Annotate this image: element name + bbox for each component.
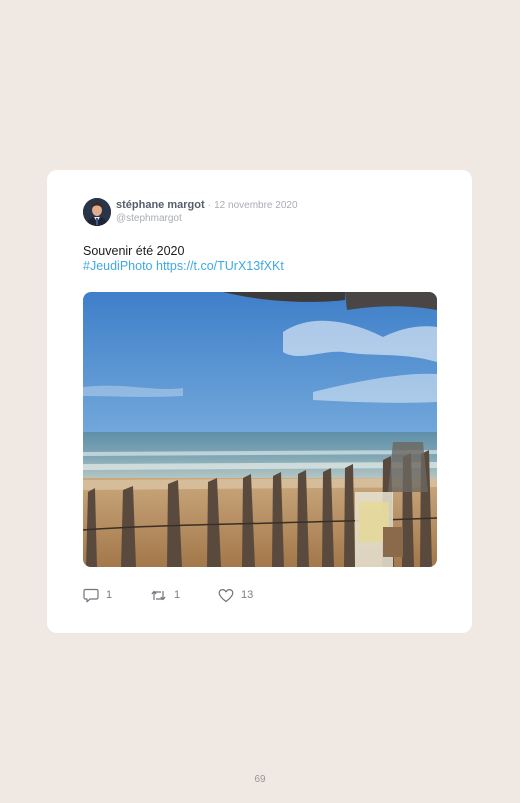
page-number: 69	[254, 774, 266, 785]
hashtag-link[interactable]: #JeudiPhoto	[83, 259, 153, 273]
retweet-count: 1	[174, 589, 181, 601]
tweet-photo[interactable]	[83, 292, 437, 567]
reply-button[interactable]: 1	[83, 588, 112, 603]
like-count: 13	[241, 589, 254, 601]
heart-icon	[218, 588, 234, 603]
retweet-button[interactable]: 1	[150, 588, 180, 603]
separator-dot: ·	[207, 200, 212, 211]
avatar[interactable]	[83, 198, 111, 226]
tweet-text: Souvenir été 2020	[83, 244, 185, 258]
author-line: stéphane margot · 12 novembre 2020	[116, 199, 298, 211]
tweet-date[interactable]: 12 novembre 2020	[214, 200, 297, 211]
tweet-links: #JeudiPhoto https://t.co/TUrX13fXKt	[83, 259, 284, 274]
author-name[interactable]: stéphane margot	[116, 199, 205, 211]
like-button[interactable]: 13	[218, 588, 253, 603]
url-link[interactable]: https://t.co/TUrX13fXKt	[156, 259, 284, 273]
speech-bubble-icon	[83, 588, 99, 603]
retweet-arrows-icon	[150, 588, 167, 603]
reply-count: 1	[106, 589, 113, 601]
author-handle[interactable]: @stephmargot	[116, 213, 182, 224]
tweet-card: stéphane margot · 12 novembre 2020 @step…	[47, 170, 472, 633]
